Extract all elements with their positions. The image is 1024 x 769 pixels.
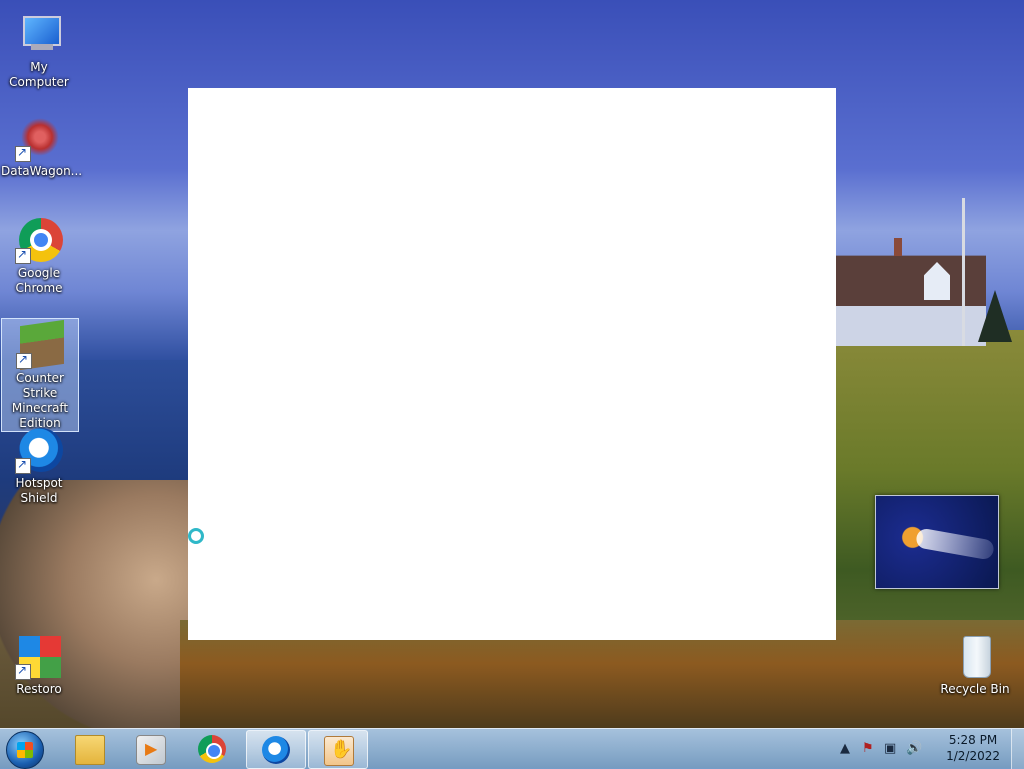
hotspot-shield-icon [15,426,63,474]
clock-date: 1/2/2022 [946,749,1000,763]
chrome-icon [15,216,63,264]
media-player-icon [136,735,166,765]
chrome-icon [198,735,226,763]
start-button[interactable] [6,731,44,769]
desktop-icon-hotspot-shield[interactable]: Hotspot Shield [1,424,77,506]
desktop-icon-restoro[interactable]: Restoro [1,624,77,697]
show-desktop-button[interactable] [1011,729,1024,769]
desktop-icon-my-computer[interactable]: My Computer [1,2,77,90]
taskbar-button-media-player[interactable] [121,730,179,767]
network-icon[interactable]: ▣ [884,741,896,756]
shortcut-arrow-icon [15,247,31,264]
show-hidden-icons-icon[interactable]: ▲ [840,741,850,756]
volume-icon[interactable]: 🔊 [906,741,922,756]
desktop-icon-label: Restoro [16,682,62,696]
slideshow-gadget[interactable] [875,495,999,589]
action-center-flag-icon[interactable]: ⚑ [862,741,874,756]
taskbar-clock[interactable]: 5:28 PM 1/2/2022 [946,732,1000,764]
computer-icon [15,10,63,58]
desktop-icon-label: My Computer [9,60,69,89]
desktop-icon-label: DataWagon... [1,164,83,178]
taskbar-button-explorer[interactable] [60,730,118,767]
windows-explorer-icon [75,735,105,765]
shortcut-arrow-icon [15,145,31,162]
system-tray: ▲ ⚑ ▣ 🔊 5:28 PM 1/2/2022 [834,729,1024,769]
recycle-bin-icon [951,632,999,680]
datawagon-icon [15,114,63,162]
shortcut-arrow-icon [15,663,31,680]
taskbar-button-hotspot-shield[interactable] [246,730,306,769]
shortcut-arrow-icon [15,457,31,474]
wallpaper-flagpole [962,198,965,346]
desktop-icon-counter-strike-minecraft[interactable]: Counter Strike Minecraft Edition [1,318,79,432]
minecraft-icon [16,319,64,371]
desktop-icon-datawagon[interactable]: DataWagon... [1,106,83,179]
taskbar-button-installer[interactable] [308,730,368,769]
desktop-icon-recycle-bin[interactable]: Recycle Bin [937,624,1013,697]
desktop-icon-label: Counter Strike Minecraft Edition [11,371,69,430]
busy-cursor-icon [188,528,204,544]
desktop-icon-google-chrome[interactable]: Google Chrome [1,208,77,296]
desktop-icon-label: Google Chrome [15,266,63,295]
clock-time: 5:28 PM [948,733,998,747]
desktop-icon-label: Hotspot Shield [15,476,63,505]
taskbar-button-chrome[interactable] [183,730,241,767]
shortcut-arrow-icon [16,352,32,369]
desktop-icon-label: Recycle Bin [940,682,1010,696]
restoro-icon [15,632,63,680]
jellyfish-image [914,527,996,561]
hotspot-shield-icon [262,736,290,764]
taskbar: ▲ ⚑ ▣ 🔊 5:28 PM 1/2/2022 [0,728,1024,769]
app-window-blank[interactable] [188,88,836,640]
installer-icon [324,736,354,766]
